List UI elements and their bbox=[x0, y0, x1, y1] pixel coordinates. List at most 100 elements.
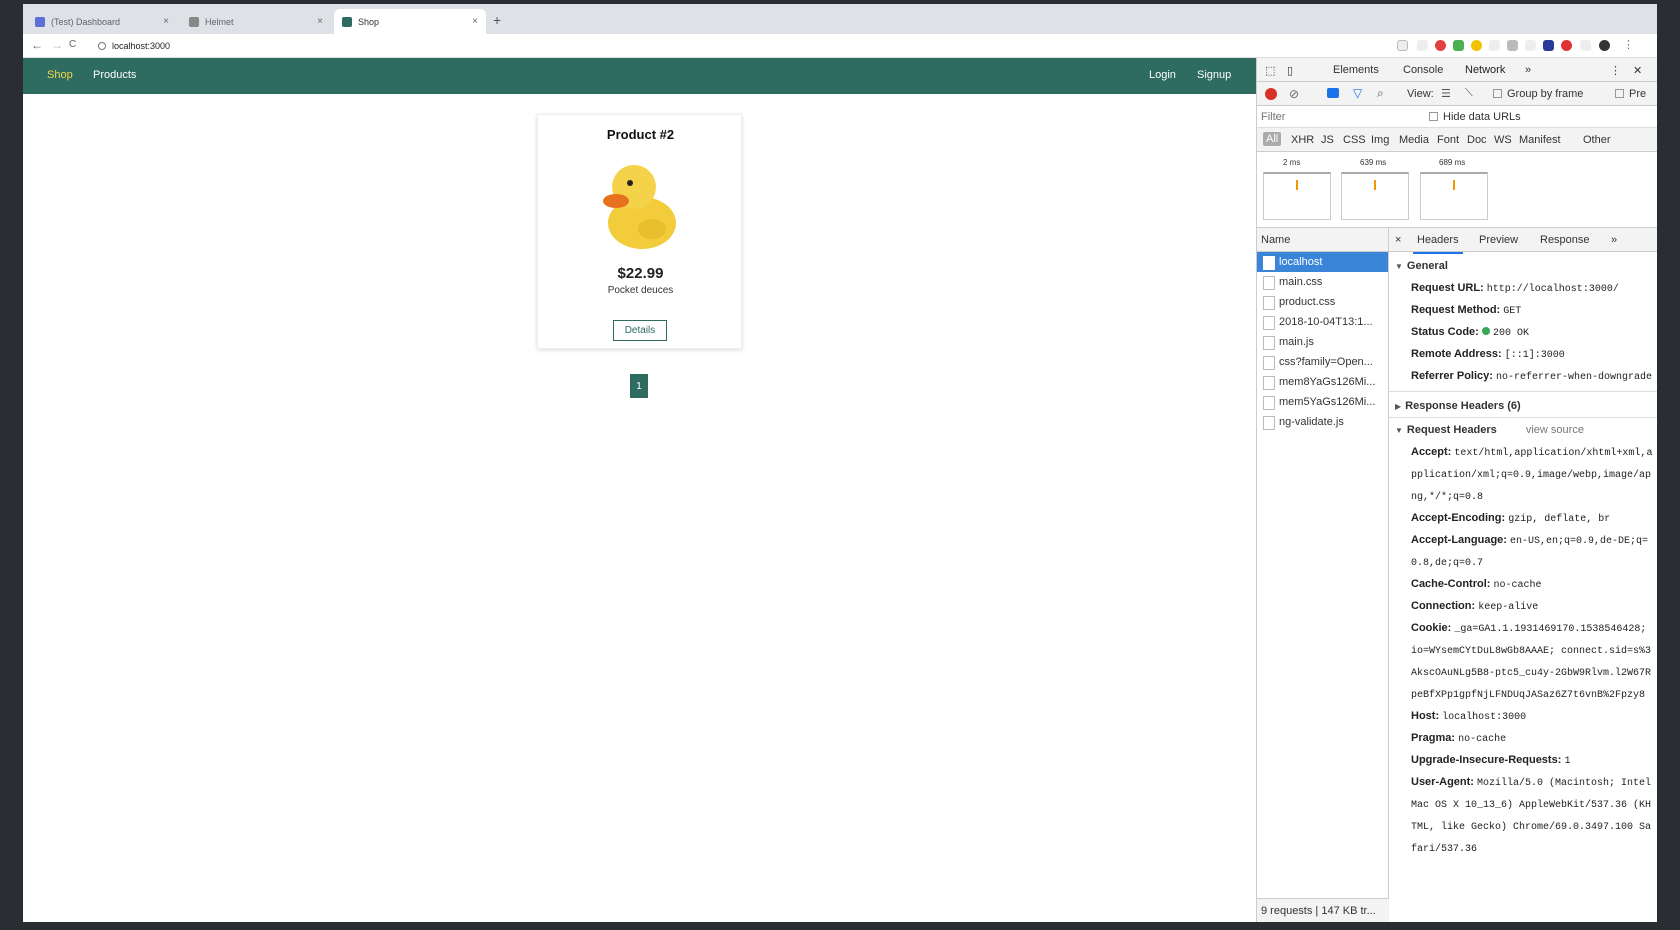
type-filter-xhr[interactable]: XHR bbox=[1291, 134, 1314, 146]
product-description: Pocket deuces bbox=[607, 285, 674, 296]
tab-network[interactable]: Network bbox=[1460, 64, 1510, 84]
waterfall-icon[interactable]: ⟍ bbox=[1465, 87, 1473, 100]
extension-icon[interactable] bbox=[1525, 40, 1536, 51]
close-detail-icon[interactable]: × bbox=[1395, 234, 1401, 246]
expanded-triangle-icon: ▼ bbox=[1395, 426, 1403, 435]
tab-console[interactable]: Console bbox=[1403, 64, 1443, 76]
extension-icon[interactable] bbox=[1453, 40, 1464, 51]
url-text: localhost:3000 bbox=[112, 41, 171, 51]
reload-button[interactable]: C bbox=[69, 39, 76, 50]
extension-icon[interactable] bbox=[1489, 40, 1500, 51]
opera-extension-icon[interactable] bbox=[1435, 40, 1446, 51]
search-icon[interactable]: ⌕ bbox=[1377, 86, 1384, 101]
request-row[interactable]: product.css bbox=[1257, 292, 1388, 312]
profile-avatar[interactable] bbox=[1599, 40, 1610, 51]
more-detail-tabs-icon[interactable]: » bbox=[1611, 234, 1617, 246]
filmstrip-frame[interactable] bbox=[1263, 172, 1331, 220]
request-headers-toggle[interactable]: ▼ Request Headers view source bbox=[1395, 424, 1584, 436]
request-row[interactable]: css?family=Open... bbox=[1257, 352, 1388, 372]
type-filter-img[interactable]: Img bbox=[1371, 134, 1389, 146]
screenshot-icon[interactable] bbox=[1327, 88, 1339, 98]
close-tab-icon[interactable]: × bbox=[472, 16, 478, 27]
menu-icon[interactable]: ⋮ bbox=[1623, 38, 1634, 51]
close-tab-icon[interactable]: × bbox=[163, 16, 169, 27]
type-filter-manifest[interactable]: Manifest bbox=[1519, 134, 1561, 146]
device-toggle-icon[interactable]: ▯ bbox=[1287, 64, 1293, 77]
extension-icon[interactable] bbox=[1543, 40, 1554, 51]
view-source-link[interactable]: view source bbox=[1526, 424, 1584, 436]
extension-icon[interactable] bbox=[1417, 40, 1428, 51]
devtools-toolbar: ⬚ ▯ Elements Console Network » ⋮ ✕ bbox=[1257, 58, 1657, 84]
back-button[interactable]: ← bbox=[31, 38, 43, 52]
filmstrip-frame[interactable] bbox=[1341, 172, 1409, 220]
request-row[interactable]: mem5YaGs126Mi... bbox=[1257, 392, 1388, 412]
close-devtools-icon[interactable]: ✕ bbox=[1633, 64, 1642, 77]
product-price: $22.99 bbox=[617, 265, 664, 282]
response-headers-toggle[interactable]: ▶ Response Headers (6) bbox=[1395, 400, 1521, 412]
request-row[interactable]: main.js bbox=[1257, 332, 1388, 352]
browser-tab-dashboard[interactable]: (Test) Dashboard × bbox=[27, 9, 177, 34]
close-tab-icon[interactable]: × bbox=[317, 16, 323, 27]
hide-data-urls-label: Hide data URLs bbox=[1443, 111, 1521, 123]
browser-tab-helmet[interactable]: Helmet × bbox=[181, 9, 331, 34]
tab-headers[interactable]: Headers bbox=[1413, 234, 1463, 254]
type-filter-media[interactable]: Media bbox=[1399, 134, 1429, 146]
header-value: no-cache bbox=[1458, 734, 1507, 745]
type-filter-doc[interactable]: Doc bbox=[1467, 134, 1487, 146]
overview-time-label: 689 ms bbox=[1439, 158, 1466, 167]
more-tabs-icon[interactable]: » bbox=[1525, 64, 1531, 76]
inspect-icon[interactable]: ⬚ bbox=[1265, 64, 1275, 77]
extension-icon[interactable] bbox=[1471, 40, 1482, 51]
header-name: Accept-Language: bbox=[1411, 534, 1507, 546]
hide-data-urls-checkbox[interactable] bbox=[1429, 112, 1438, 121]
extension-icon[interactable] bbox=[1561, 40, 1572, 51]
preserve-log-checkbox[interactable] bbox=[1615, 89, 1624, 98]
type-filter-js[interactable]: JS bbox=[1321, 134, 1334, 146]
overview-time-label: 2 ms bbox=[1283, 158, 1301, 167]
extension-icon[interactable] bbox=[1580, 40, 1591, 51]
request-row[interactable]: mem8YaGs126Mi... bbox=[1257, 372, 1388, 392]
nav-link-login[interactable]: Login bbox=[1149, 69, 1176, 81]
tab-elements[interactable]: Elements bbox=[1333, 64, 1379, 76]
request-row[interactable]: 2018-10-04T13:1... bbox=[1257, 312, 1388, 332]
header-name: Pragma: bbox=[1411, 732, 1456, 744]
status-footer: 9 requests | 147 KB tr... bbox=[1257, 898, 1389, 922]
group-by-frame-checkbox[interactable] bbox=[1493, 89, 1502, 98]
general-section-title: General bbox=[1406, 260, 1448, 272]
nav-link-signup[interactable]: Signup bbox=[1197, 69, 1231, 81]
header-value: no-cache bbox=[1493, 580, 1542, 591]
name-column-header[interactable]: Name bbox=[1257, 228, 1388, 252]
pagination-page-1[interactable]: 1 bbox=[630, 374, 648, 398]
record-icon[interactable] bbox=[1265, 88, 1277, 100]
details-button[interactable]: Details bbox=[613, 320, 667, 341]
general-section-toggle[interactable]: ▼ General bbox=[1395, 260, 1448, 272]
filter-icon[interactable]: ▽ bbox=[1353, 86, 1362, 100]
clear-icon[interactable]: ⊘ bbox=[1289, 87, 1299, 101]
request-row[interactable]: ng-validate.js bbox=[1257, 412, 1388, 432]
info-icon[interactable] bbox=[98, 42, 106, 50]
large-rows-icon[interactable]: ☰ bbox=[1441, 87, 1451, 100]
type-filter-css[interactable]: CSS bbox=[1343, 134, 1366, 146]
browser-tab-shop[interactable]: Shop × bbox=[334, 9, 486, 34]
request-row[interactable]: localhost bbox=[1257, 252, 1388, 272]
star-icon[interactable] bbox=[1397, 40, 1408, 51]
filmstrip-frame[interactable] bbox=[1420, 172, 1488, 220]
tab-preview[interactable]: Preview bbox=[1479, 234, 1518, 246]
filter-input[interactable] bbox=[1261, 109, 1411, 125]
type-filter-other[interactable]: Other bbox=[1583, 134, 1611, 146]
nav-link-shop[interactable]: Shop bbox=[47, 69, 73, 81]
filter-extension-icon[interactable] bbox=[1507, 40, 1518, 51]
group-by-frame-label: Group by frame bbox=[1507, 88, 1584, 100]
request-row[interactable]: main.css bbox=[1257, 272, 1388, 292]
new-tab-button[interactable]: + bbox=[493, 12, 501, 28]
forward-button[interactable]: → bbox=[51, 38, 63, 52]
nav-link-products[interactable]: Products bbox=[93, 69, 136, 81]
header-name: Cookie: bbox=[1411, 622, 1452, 634]
type-filter-font[interactable]: Font bbox=[1437, 134, 1459, 146]
type-filter-all[interactable]: All bbox=[1263, 132, 1282, 146]
rubber-duck-image bbox=[603, 165, 676, 249]
tab-response[interactable]: Response bbox=[1540, 234, 1590, 246]
url-field[interactable]: localhost:3000 bbox=[98, 37, 170, 55]
type-filter-ws[interactable]: WS bbox=[1494, 134, 1512, 146]
devtools-menu-icon[interactable]: ⋮ bbox=[1610, 64, 1621, 77]
